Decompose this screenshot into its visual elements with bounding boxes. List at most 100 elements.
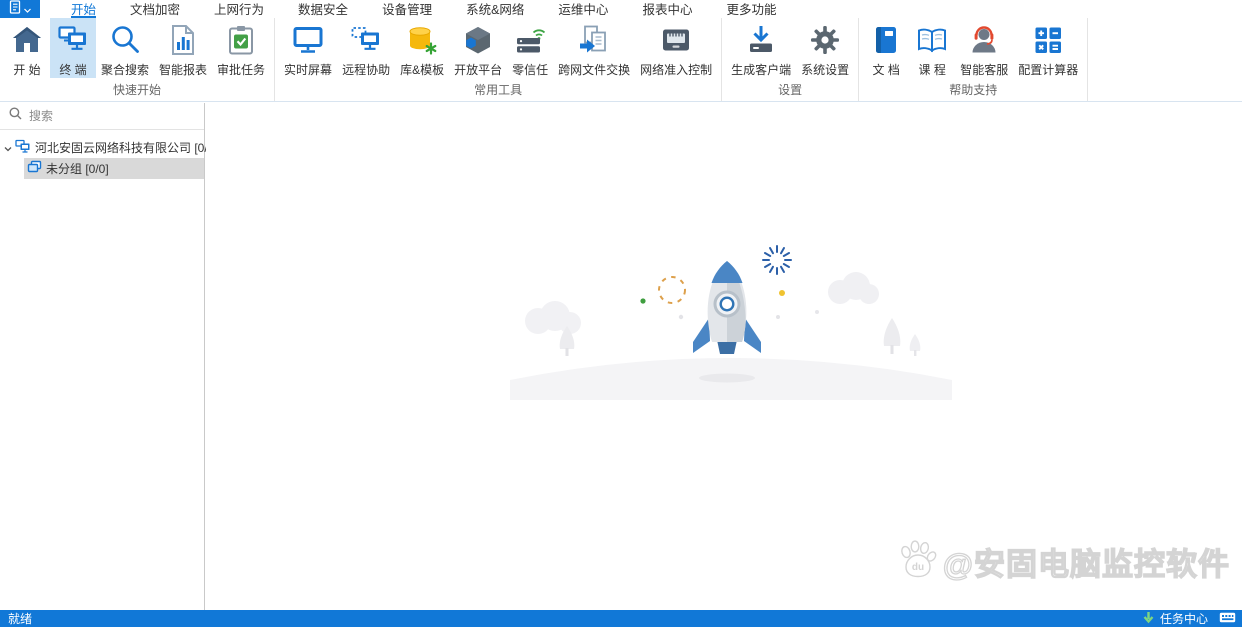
svg-text:du: du	[912, 562, 924, 573]
ribbon-group-settings: 生成客户端 系统设置 设置	[722, 18, 860, 101]
ribbon-button-generate-client[interactable]: 生成客户端	[726, 18, 796, 78]
search-input[interactable]	[29, 109, 195, 123]
ribbon-button-network-access[interactable]: 网络准入控制	[635, 18, 717, 78]
tab-doc-encryption[interactable]: 文档加密	[130, 0, 180, 18]
app-menu-button[interactable]	[0, 0, 40, 18]
realtime-screen-icon	[291, 23, 325, 57]
tree-node-company[interactable]: 河北安固云网络科技有限公司 [0/0]	[0, 137, 218, 158]
main-content: du @安固电脑监控软件	[206, 103, 1242, 610]
ribbon-button-label: 生成客户端	[731, 63, 792, 77]
green-dot	[640, 298, 646, 304]
menu-bar: 开始 文档加密 上网行为 数据安全 设备管理 系统&网络 运维中心 报表中心 更…	[0, 0, 1242, 18]
tree-node-ungrouped[interactable]: 未分组 [0/0]	[24, 158, 204, 179]
computer-icon	[27, 160, 42, 177]
open-platform-icon	[461, 23, 495, 57]
ribbon-button-label: 库&模板	[400, 63, 445, 77]
smart-report-icon	[166, 23, 200, 57]
ribbon-button-label: 智能报表	[159, 63, 208, 77]
ribbon-button-label: 网络准入控制	[640, 63, 713, 77]
ribbon-button-zero-trust[interactable]: 零信任	[507, 18, 553, 78]
tree-node-label: 河北安固云网络科技有限公司 [0/0]	[35, 141, 218, 155]
ribbon-toolbar: 开 始 终 端 聚合搜索 智能报表 审批任务 快速开始 实时屏幕 远程协助 库&…	[0, 18, 1242, 102]
baidu-paw-icon: du	[897, 539, 939, 584]
tab-ops-center[interactable]: 运维中心	[558, 0, 608, 18]
terminal-icon	[56, 23, 90, 57]
ribbon-button-open-platform[interactable]: 开放平台	[449, 18, 507, 78]
ribbon-button-terminal[interactable]: 终 端	[50, 18, 96, 78]
ribbon-group-label: 设置	[778, 83, 803, 97]
app-menu-icon	[9, 0, 22, 19]
empty-state-illustration	[510, 245, 952, 400]
status-ready-text: 就绪	[8, 612, 33, 626]
burst-spinner	[762, 245, 792, 275]
ribbon-button-smart-service[interactable]: 智能客服	[955, 18, 1013, 78]
watermark-text: @安固电脑监控软件	[942, 546, 1230, 582]
ribbon-button-aggregate-search[interactable]: 聚合搜索	[96, 18, 154, 78]
config-calculator-icon	[1031, 23, 1065, 57]
chevron-expanded-icon[interactable]	[3, 143, 13, 153]
cloud-left	[525, 301, 581, 334]
ribbon-button-label: 开放平台	[454, 63, 503, 77]
computer-group-icon	[15, 139, 31, 157]
chevron-down-icon	[24, 0, 31, 18]
ribbon-button-label: 开 始	[13, 63, 41, 77]
cross-network-file-icon	[577, 23, 611, 57]
aggregate-search-icon	[108, 23, 142, 57]
tree-node-label: 未分组 [0/0]	[46, 162, 109, 176]
ribbon-button-remote-assist[interactable]: 远程协助	[337, 18, 395, 78]
ribbon-button-label: 远程协助	[342, 63, 391, 77]
ribbon-button-home[interactable]: 开 始	[4, 18, 50, 78]
dashed-circle	[658, 276, 686, 304]
search-bar	[0, 103, 204, 130]
ribbon-button-label: 智能客服	[960, 63, 1009, 77]
ribbon-button-library-template[interactable]: 库&模板	[395, 18, 449, 78]
app-window: 开始 文档加密 上网行为 数据安全 设备管理 系统&网络 运维中心 报表中心 更…	[0, 0, 1242, 627]
ribbon-button-smart-report[interactable]: 智能报表	[154, 18, 212, 78]
keyboard-icon[interactable]	[1219, 612, 1236, 626]
menu-tabs: 开始 文档加密 上网行为 数据安全 设备管理 系统&网络 运维中心 报表中心 更…	[54, 0, 793, 18]
library-template-icon	[405, 23, 439, 57]
ribbon-button-document[interactable]: 文 档	[863, 18, 909, 78]
ribbon-group-label: 帮助支持	[949, 83, 998, 97]
task-center-link[interactable]: 任务中心	[1160, 610, 1208, 627]
ribbon-button-approval-task[interactable]: 审批任务	[212, 18, 270, 78]
tab-more-features[interactable]: 更多功能	[726, 0, 776, 18]
ribbon-button-system-settings[interactable]: 系统设置	[796, 18, 854, 78]
ribbon-button-label: 课 程	[918, 63, 946, 77]
ribbon-button-label: 配置计算器	[1018, 63, 1079, 77]
ribbon-button-cross-network-file[interactable]: 跨网文件交换	[553, 18, 635, 78]
tab-data-security[interactable]: 数据安全	[298, 0, 348, 18]
tab-internet-behavior[interactable]: 上网行为	[214, 0, 264, 18]
ribbon-button-label: 文 档	[872, 63, 900, 77]
tab-report-center[interactable]: 报表中心	[642, 0, 692, 18]
ribbon-group-quick-start: 开 始 终 端 聚合搜索 智能报表 审批任务 快速开始	[0, 18, 276, 101]
approval-task-icon	[224, 23, 258, 57]
generate-client-icon	[744, 23, 778, 57]
ribbon-button-label: 实时屏幕	[284, 63, 333, 77]
ribbon-button-label: 终 端	[59, 63, 87, 77]
ribbon-group-label: 常用工具	[474, 83, 523, 97]
tab-start[interactable]: 开始	[71, 0, 97, 18]
smart-service-icon	[967, 23, 1001, 57]
document-icon	[869, 23, 903, 57]
tree-right	[883, 318, 921, 356]
remote-assist-icon	[349, 23, 383, 57]
cloud-right	[828, 272, 879, 304]
status-bar: 就绪 任务中心	[0, 610, 1242, 627]
ribbon-button-course[interactable]: 课 程	[909, 18, 955, 78]
ribbon-button-label: 审批任务	[217, 63, 266, 77]
ribbon-button-label: 零信任	[512, 63, 549, 77]
zero-trust-icon	[513, 23, 547, 57]
ribbon-group-help-support: 文 档 课 程 智能客服 配置计算器 帮助支持	[859, 18, 1089, 101]
ribbon-button-realtime-screen[interactable]: 实时屏幕	[279, 18, 337, 78]
home-icon	[10, 23, 44, 57]
tab-device-management[interactable]: 设备管理	[382, 0, 432, 18]
download-arrow-icon	[1142, 611, 1155, 627]
ribbon-button-config-calculator[interactable]: 配置计算器	[1013, 18, 1083, 78]
network-access-icon	[659, 23, 693, 57]
ribbon-button-label: 跨网文件交换	[558, 63, 631, 77]
device-tree-panel: 河北安固云网络科技有限公司 [0/0] 未分组 [0/0]	[0, 103, 218, 610]
yellow-dot	[779, 290, 785, 296]
search-icon	[9, 107, 22, 125]
tab-system-network[interactable]: 系统&网络	[466, 0, 524, 18]
